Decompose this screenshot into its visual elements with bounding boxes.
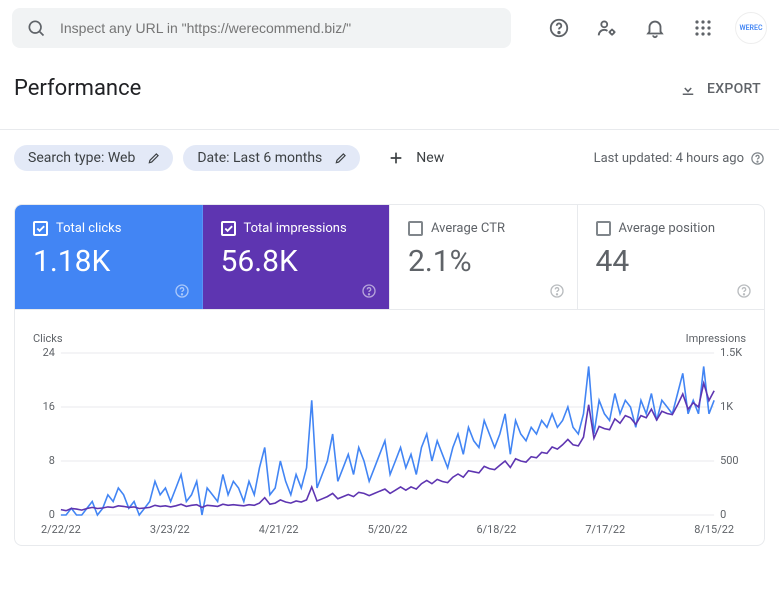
metric-clicks-label: Total clicks [56, 221, 121, 236]
svg-text:5/20/22: 5/20/22 [368, 523, 408, 536]
metric-ctr[interactable]: Average CTR 2.1% [390, 205, 578, 309]
metric-ctr-value: 2.1% [408, 244, 559, 279]
svg-text:8: 8 [49, 454, 55, 467]
chip-date-label: Date: Last 6 months [197, 150, 322, 166]
download-icon [679, 80, 697, 98]
new-label: New [416, 150, 444, 166]
svg-text:3/23/22: 3/23/22 [150, 523, 190, 536]
content: Total clicks 1.18K Total impressions 56.… [0, 186, 779, 564]
svg-text:6/18/22: 6/18/22 [476, 523, 516, 536]
y-left-label: Clicks [33, 332, 63, 345]
metric-pos-value: 44 [596, 244, 747, 279]
avatar[interactable]: WEREC [735, 12, 767, 44]
svg-text:1.5K: 1.5K [720, 347, 742, 359]
filters-row: Search type: Web Date: Last 6 months New… [0, 130, 779, 186]
topbar: WEREC [0, 0, 779, 56]
metric-position[interactable]: Average position 44 [578, 205, 765, 309]
svg-text:0: 0 [49, 508, 55, 521]
metric-clicks[interactable]: Total clicks 1.18K [15, 205, 203, 309]
chart-area: 0 0 8 500 16 1K 24 1.5K 2/22/22 3/23/22 4/21/22 5/2… [31, 347, 748, 537]
svg-text:16: 16 [43, 400, 55, 413]
svg-text:24: 24 [43, 347, 55, 359]
checkbox-icon [221, 221, 236, 236]
checkbox-icon [33, 221, 48, 236]
users-button[interactable] [587, 8, 627, 48]
svg-text:0: 0 [720, 508, 726, 521]
last-updated-text: Last updated: 4 hours ago [594, 151, 744, 166]
svg-text:500: 500 [720, 454, 738, 467]
search-input[interactable] [60, 20, 497, 36]
svg-text:7/17/22: 7/17/22 [585, 523, 625, 536]
y-right-label: Impressions [686, 332, 746, 345]
plus-icon [388, 150, 404, 166]
apps-button[interactable] [683, 8, 723, 48]
bell-icon [644, 17, 666, 39]
chart-card: Clicks Impressions 0 0 8 500 16 1K 24 1.5K 2/22/… [14, 310, 765, 546]
chip-search-type[interactable]: Search type: Web [14, 145, 173, 171]
chip-date[interactable]: Date: Last 6 months [183, 145, 360, 171]
help-icon[interactable] [361, 283, 377, 299]
last-updated: Last updated: 4 hours ago [594, 151, 765, 166]
checkbox-icon [596, 221, 611, 236]
metric-impr-label: Total impressions [244, 221, 347, 236]
help-icon[interactable] [174, 283, 190, 299]
pencil-icon [334, 151, 348, 165]
pencil-icon [147, 151, 161, 165]
top-icons: WEREC [519, 8, 767, 48]
metric-row: Total clicks 1.18K Total impressions 56.… [14, 204, 765, 310]
notifications-button[interactable] [635, 8, 675, 48]
help-icon [548, 17, 570, 39]
help-icon[interactable] [736, 283, 752, 299]
page-title: Performance [14, 76, 141, 101]
new-filter-button[interactable]: New [376, 144, 456, 172]
metric-impressions[interactable]: Total impressions 56.8K [203, 205, 391, 309]
chip-search-label: Search type: Web [28, 150, 135, 166]
help-icon[interactable] [549, 283, 565, 299]
svg-text:1K: 1K [720, 400, 733, 413]
apps-icon [694, 19, 712, 37]
page-header: Performance EXPORT [0, 56, 779, 130]
help-button[interactable] [539, 8, 579, 48]
metric-ctr-label: Average CTR [431, 221, 505, 236]
users-icon [596, 17, 618, 39]
svg-text:4/21/22: 4/21/22 [259, 523, 299, 536]
svg-text:8/15/22: 8/15/22 [694, 523, 734, 536]
metric-clicks-value: 1.18K [33, 244, 184, 279]
search-icon [26, 18, 46, 38]
search-box[interactable] [12, 8, 511, 48]
help-icon[interactable] [750, 151, 765, 166]
svg-text:2/22/22: 2/22/22 [41, 523, 81, 536]
metric-impr-value: 56.8K [221, 244, 372, 279]
export-label: EXPORT [707, 81, 761, 97]
metric-pos-label: Average position [619, 221, 716, 236]
checkbox-icon [408, 221, 423, 236]
export-button[interactable]: EXPORT [679, 80, 761, 98]
